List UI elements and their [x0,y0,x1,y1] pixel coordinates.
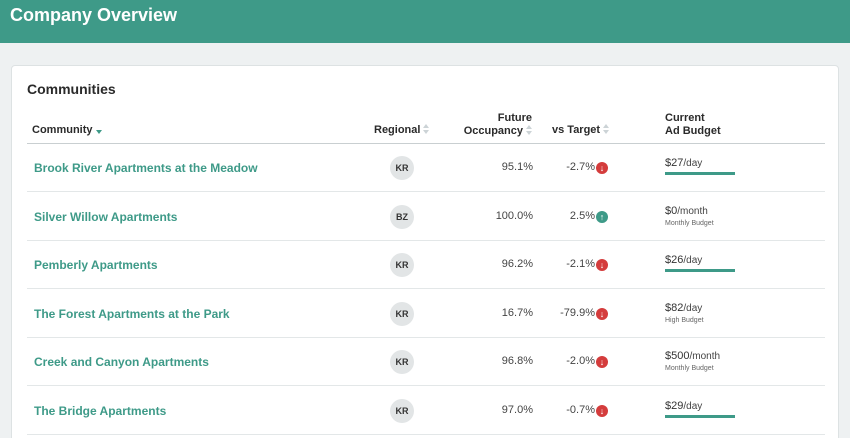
community-name-link[interactable]: Silver Willow Apartments [34,210,177,224]
arrow-down-circle-icon: ↓ [596,405,608,417]
arrow-down-circle-icon: ↓ [596,162,608,174]
future-occupancy-value: 97.0% [501,404,533,416]
ad-budget-value: $0/month [665,205,708,217]
sort-desc-icon [95,124,102,135]
column-header-future-occupancy[interactable]: Future Occupancy [452,112,532,138]
ad-budget-amount: $0 [665,204,678,217]
ad-budget-note: Monthly Budget [665,365,714,373]
column-header-label: Regional [374,124,421,136]
column-header-label: Occupancy [463,125,523,137]
community-name-link[interactable]: The Bridge Apartments [34,404,166,418]
future-occupancy-value: 95.1% [501,161,533,173]
future-occupancy-value: 96.8% [501,355,533,368]
vs-target-value: -2.1% [566,258,595,271]
column-header-label: Current [665,112,705,124]
arrow-down-circle-icon: ↓ [596,356,608,369]
ad-budget-period: /month [677,205,708,217]
ad-budget-value: $29/day [665,400,702,412]
sort-icon [603,124,610,135]
column-header-label: Future [497,112,532,124]
table-row[interactable]: Creek and Canyon Apartments KR 96.8% -2.0% ↓… [27,338,825,387]
table-row[interactable]: The Forest Apartments at the Park KR 16.7%… [27,290,825,338]
sort-icon [526,125,532,136]
ad-budget-value: $82/day [665,302,702,314]
future-occupancy-value: 16.7% [501,306,533,319]
table-row[interactable]: Pemberly Apartments KR 96.2% -2.1% ↓ $26/day [27,241,825,290]
regional-badge: KR [390,399,414,423]
ad-budget-amount: $27 [665,157,684,169]
ad-budget-bar [665,172,735,175]
vs-target-value: -0.7% [566,404,595,416]
ad-budget-period: /month [689,351,721,363]
regional-badge: KR [390,156,414,180]
community-name-link[interactable]: Brook River Apartments at the Meadow [34,161,258,175]
ad-budget-period: /day [683,302,703,314]
column-header-regional[interactable]: Regional [374,124,430,137]
sort-icon [423,124,430,135]
regional-badge: BZ [390,204,414,229]
top-bar: Company Overview [0,0,850,43]
column-header-label: Ad Budget [665,125,721,137]
vs-target-value: -2.7% [566,161,595,173]
community-name-link[interactable]: Creek and Canyon Apartments [34,355,209,369]
arrow-down-circle-icon: ↓ [596,259,608,272]
ad-budget-period: /day [683,255,703,267]
ad-budget-value: $500/month [665,350,720,362]
vs-target-value: 2.5% [569,209,595,222]
ad-budget-note: High Budget [665,316,704,324]
arrow-up-circle-icon: ↑ [596,210,608,223]
ad-budget-period: /day [683,401,703,412]
vs-target-value: -79.9% [560,306,595,319]
table-row[interactable]: Brook River Apartments at the Meadow KR 95… [27,144,825,192]
ad-budget-bar [665,415,735,418]
card-title: Communities [27,81,116,97]
regional-badge: KR [390,301,414,326]
table-row[interactable]: The Bridge Apartments KR 97.0% -0.7% ↓ $29/da… [27,387,825,435]
communities-card: Communities Community Regional Future Oc… [11,65,839,438]
column-header-label: vs Target [552,124,601,136]
regional-badge: KR [390,253,414,278]
ad-budget-value: $27/day [665,157,702,169]
ad-budget-value: $26/day [665,254,702,266]
page-title: Company Overview [10,5,178,25]
column-header-ad-budget[interactable]: Current Ad Budget [665,112,721,138]
column-header-label: Community [32,124,93,136]
ad-budget-note: Monthly Budget [665,219,714,227]
community-name-link[interactable]: Pemberly Apartments [34,258,158,272]
regional-badge: KR [390,350,414,375]
ad-budget-amount: $29 [665,400,684,412]
future-occupancy-value: 100.0% [495,209,533,222]
ad-budget-amount: $500 [665,350,690,363]
ad-budget-period: /day [683,158,703,169]
arrow-down-circle-icon: ↓ [596,307,608,320]
community-name-link[interactable]: The Forest Apartments at the Park [34,307,230,321]
column-header-community[interactable]: Community [32,124,102,137]
ad-budget-amount: $82 [665,301,684,314]
future-occupancy-value: 96.2% [501,258,533,271]
ad-budget-bar [665,269,735,273]
column-header-vs-target[interactable]: vs Target [552,124,610,137]
table-row[interactable]: Silver Willow Apartments BZ 100.0% 2.5% ↑ $0/… [27,193,825,241]
ad-budget-amount: $26 [665,254,684,267]
vs-target-value: -2.0% [566,355,595,368]
